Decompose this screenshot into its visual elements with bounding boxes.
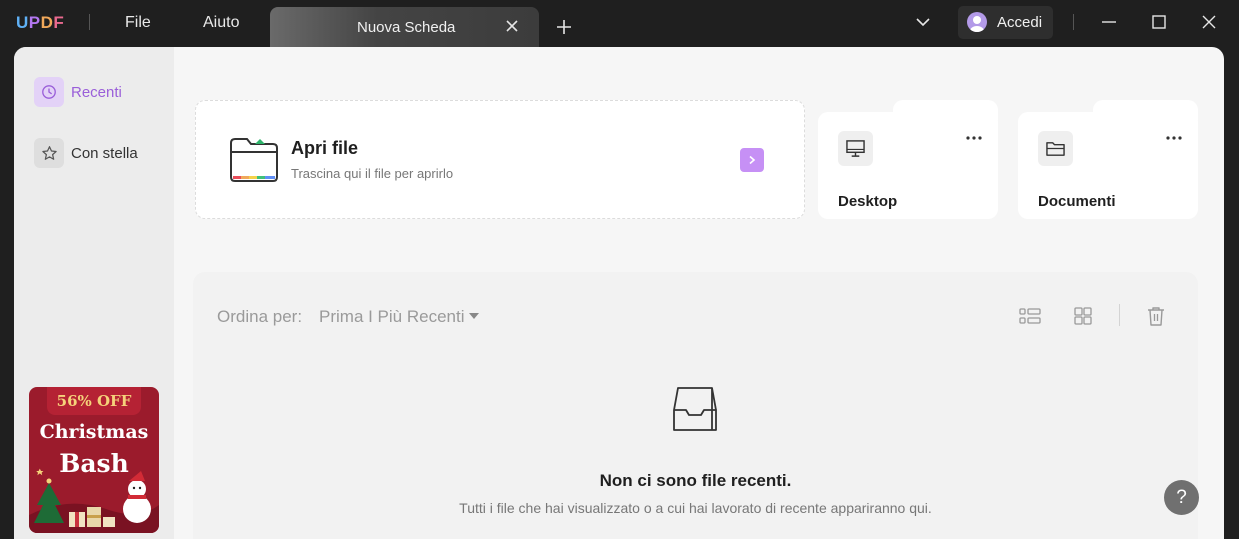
window-controls-divider (1073, 14, 1074, 30)
promo-discount: 56% OFF (56, 392, 132, 410)
open-folder-icon (230, 138, 278, 182)
monitor-icon (838, 131, 873, 166)
content-area: Apri file Trascina qui il file per aprir… (174, 47, 1224, 539)
sidebar-item-starred[interactable]: Con stella (34, 138, 138, 168)
chevron-right-icon (749, 155, 756, 165)
folder-card-desktop[interactable]: Desktop (818, 100, 998, 219)
sort-label: Ordina per: (217, 307, 303, 326)
close-tab-icon[interactable] (504, 18, 520, 34)
title-bar: UPDF File Aiuto Nuova Scheda Accedi (0, 0, 1239, 47)
empty-inbox-icon (673, 387, 717, 431)
empty-state-subtitle: Tutti i file che hai visualizzato o a cu… (459, 500, 932, 516)
sidebar-item-recent[interactable]: Recenti (34, 77, 122, 107)
logo-letter-f: F (53, 13, 65, 32)
logo-letter-d: D (40, 13, 54, 32)
toolbar-divider (1119, 304, 1120, 326)
more-options-icon[interactable] (1165, 134, 1183, 142)
star-icon (34, 138, 64, 168)
open-file-arrow-button[interactable] (740, 148, 764, 172)
add-tab-icon[interactable] (556, 19, 572, 35)
close-window-icon[interactable] (1201, 14, 1217, 30)
app-logo: UPDF (16, 13, 64, 33)
caret-down-icon[interactable] (469, 312, 479, 320)
tab-new[interactable]: Nuova Scheda (270, 7, 539, 47)
tab-title: Nuova Scheda (357, 19, 456, 36)
empty-state-title: Non ci sono file recenti. (599, 471, 792, 490)
sidebar: Recenti Con stella 56% OFF Christmas Bas… (14, 47, 174, 539)
promo-title-line1: Christmas (39, 421, 149, 443)
sidebar-item-label: Recenti (71, 83, 122, 101)
maximize-icon[interactable] (1151, 14, 1167, 30)
login-label: Accedi (997, 14, 1043, 31)
clock-icon (34, 77, 64, 107)
promo-banner[interactable]: 56% OFF Christmas Bash (29, 387, 159, 533)
chevron-down-icon[interactable] (915, 16, 931, 28)
sidebar-item-label: Con stella (71, 144, 138, 162)
open-file-title: Apri file (291, 138, 359, 158)
folder-card-body: Documenti (1018, 112, 1198, 219)
login-button[interactable]: Accedi (958, 6, 1053, 39)
logo-letter-u: U (16, 13, 29, 32)
more-options-icon[interactable] (965, 134, 983, 142)
help-button[interactable]: ? (1164, 480, 1199, 515)
grid-view-icon[interactable] (1072, 305, 1094, 327)
minimize-icon[interactable] (1101, 14, 1117, 30)
folder-label: Documenti (1038, 193, 1116, 210)
recent-files-panel: Ordina per: Prima I Più Recenti Non ci s… (193, 272, 1198, 539)
list-view-icon[interactable] (1019, 305, 1041, 327)
logo-divider (89, 14, 90, 30)
menu-file[interactable]: File (125, 14, 151, 32)
menu-help[interactable]: Aiuto (203, 14, 239, 32)
christmas-illustration-icon (29, 468, 159, 533)
logo-letter-p: P (28, 13, 41, 32)
sort-dropdown[interactable]: Prima I Più Recenti (319, 307, 465, 327)
folder-icon (1038, 131, 1073, 166)
folder-label: Desktop (838, 193, 898, 210)
folder-card-body: Desktop (818, 112, 998, 219)
main-window: Recenti Con stella 56% OFF Christmas Bas… (14, 47, 1224, 539)
open-file-card[interactable]: Apri file Trascina qui il file per aprir… (195, 100, 805, 219)
avatar-icon (967, 12, 987, 32)
open-file-subtitle: Trascina qui il file per aprirlo (291, 166, 454, 181)
folder-card-documents[interactable]: Documenti (1018, 100, 1198, 219)
trash-icon[interactable] (1145, 305, 1167, 327)
